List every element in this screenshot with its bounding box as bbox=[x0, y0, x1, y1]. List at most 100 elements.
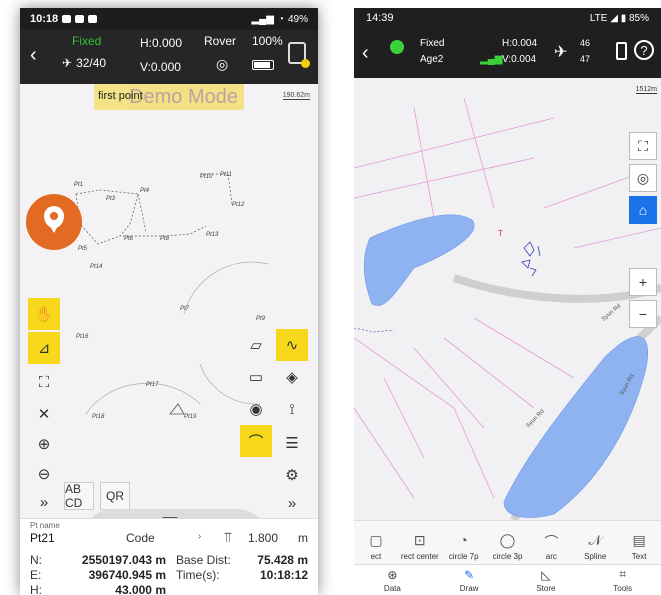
back-icon[interactable]: ‹ bbox=[362, 42, 369, 65]
location-icon[interactable]: ◎ bbox=[216, 56, 228, 73]
survey-map[interactable]: Demo Mode first point 190.62m Pt1 Pt3 Pt… bbox=[20, 84, 318, 543]
left-phone: 10:18 ▂▄▆ ◔ 49% ‹ Fixed ✈ 32/40 H:0.000 V:0… bbox=[20, 8, 318, 595]
antenna-height-field[interactable]: 1.800 bbox=[248, 531, 278, 545]
map-layer-button[interactable]: ⌂ bbox=[629, 196, 657, 224]
circle-3p-tool[interactable]: ◯ circle 3p bbox=[486, 521, 530, 564]
signal-icon: ▂▄▆ bbox=[251, 13, 274, 25]
point-label: Pt12 bbox=[232, 202, 245, 208]
status-bar: 10:18 ▂▄▆ ◔ 49% bbox=[20, 8, 318, 30]
point-name-label: Pt name bbox=[30, 521, 60, 530]
h-precision: H:0.000 bbox=[140, 36, 183, 50]
zoom-in-icon[interactable]: ⊕ bbox=[28, 428, 60, 460]
notification-icon bbox=[75, 15, 85, 23]
solution-status: Fixed bbox=[72, 34, 102, 48]
arc-tool[interactable]: ⌒ arc bbox=[529, 521, 573, 564]
circle-7p-tool[interactable]: ◔ circle 7p bbox=[442, 521, 486, 564]
point-info-panel: Pt name Pt21 Code › ⫪ 1.800 m N: 2550197… bbox=[20, 518, 318, 595]
list-icon[interactable]: ☰ bbox=[276, 427, 308, 459]
map-drawing: T bbox=[354, 97, 661, 520]
cad-map[interactable]: T 1512m ⛶ ◎ ⌂ + − Syun Rd Syun Rd Syun R… bbox=[354, 78, 661, 520]
point-label: Pt5 bbox=[78, 246, 88, 252]
satellite-icon: ✈ bbox=[62, 56, 73, 70]
status-bar: 14:39 LTE ◢ ▮ 85% bbox=[354, 8, 661, 28]
layer-icon[interactable]: ◈ bbox=[276, 361, 308, 393]
scale-bar: 1512m bbox=[635, 86, 657, 94]
nav-draw[interactable]: ✎ Draw bbox=[431, 565, 508, 595]
draw-line-icon[interactable]: ∿ bbox=[276, 329, 308, 361]
point-label: Pt1 bbox=[74, 182, 84, 188]
satellite-count[interactable]: ✈ 32/40 bbox=[62, 56, 106, 70]
v-precision: V:0.000 bbox=[140, 60, 181, 74]
clock: 14:39 bbox=[366, 12, 394, 24]
satellite-icon[interactable]: ✈ bbox=[554, 42, 567, 62]
code-field[interactable]: Code bbox=[126, 531, 155, 545]
signal-bars-icon: ▂▄▆ bbox=[480, 54, 503, 65]
expand-icon[interactable]: » bbox=[28, 486, 60, 518]
battery-status: LTE ◢ ▮ 85% bbox=[589, 12, 649, 24]
brush-icon: ✎ bbox=[464, 567, 475, 582]
screenshot-stage: 10:18 ▂▄▆ ◔ 49% ‹ Fixed ✈ 32/40 H:0.000 V:0… bbox=[0, 0, 661, 595]
arc-icon[interactable]: ⌒ bbox=[240, 425, 272, 457]
measure-icon[interactable]: ⊿ bbox=[28, 332, 60, 364]
circle-icon[interactable]: ◉ bbox=[240, 393, 272, 425]
text-tool[interactable]: ▤ Text bbox=[617, 521, 661, 564]
point-label: Pt8 bbox=[160, 236, 170, 242]
gnss-header: ‹ Fixed Age2 ▂▄▆ H:0.004 V:0.004 ✈ 46 47… bbox=[354, 28, 661, 78]
height-unit: m bbox=[298, 531, 308, 545]
rect-icon: ▢ bbox=[369, 532, 383, 548]
satellites-used: 46 bbox=[580, 38, 591, 48]
antenna-icon[interactable]: ⫪ bbox=[224, 529, 232, 546]
base-dist-value: 75.428 m bbox=[257, 553, 308, 567]
satellites-visible: 47 bbox=[580, 54, 591, 64]
help-icon[interactable]: ? bbox=[634, 40, 654, 60]
hand-icon[interactable]: ✋ bbox=[28, 298, 60, 330]
fit-extent-button[interactable]: ⛶ bbox=[629, 132, 657, 160]
rect-tool[interactable]: ▢ ect bbox=[354, 521, 398, 564]
more-icon[interactable]: » bbox=[276, 487, 308, 519]
nav-tools[interactable]: ⌗ Tools bbox=[584, 565, 661, 595]
point-label: Pt18 bbox=[92, 414, 105, 420]
nav-data[interactable]: ⊛ Data bbox=[354, 565, 431, 595]
label-toggle-button[interactable]: AB CD bbox=[64, 482, 94, 510]
easting-value: 396740.945 m bbox=[88, 568, 166, 582]
time-value: 10:18:12 bbox=[259, 568, 308, 582]
height-value: 43.000 m bbox=[115, 583, 166, 595]
point-label: Pt3 bbox=[106, 196, 116, 202]
back-icon[interactable]: ‹ bbox=[30, 44, 37, 67]
correction-age: Age2 bbox=[420, 54, 444, 65]
rectangle-center-icon[interactable]: ▭ bbox=[240, 361, 272, 393]
gnss-status-icon[interactable] bbox=[390, 40, 404, 54]
crop-icon: ⌗ bbox=[619, 567, 626, 581]
collapse-icon[interactable]: ✕ bbox=[28, 398, 60, 430]
arc-icon: ⌒ bbox=[544, 534, 559, 550]
right-toolbar: ∿ ◈ ⟟ ☰ ⚙ » bbox=[274, 329, 310, 512]
chevron-right-icon[interactable]: › bbox=[198, 531, 201, 542]
locate-button[interactable]: ◎ bbox=[629, 164, 657, 192]
survey-icon[interactable]: ⟟ bbox=[276, 393, 308, 425]
qr-code-button[interactable]: QR bbox=[100, 482, 130, 510]
rect-center-icon: ⊡ bbox=[413, 532, 426, 548]
rect-center-tool[interactable]: ⊡ rect center bbox=[398, 521, 442, 564]
scale-bar: 190.62m bbox=[282, 92, 310, 100]
point-label: Pt13 bbox=[206, 232, 219, 238]
locate-button[interactable] bbox=[26, 194, 82, 250]
point-label: Pt6 bbox=[124, 236, 134, 242]
notification-icon bbox=[62, 15, 72, 23]
northing-value: 2550197.043 m bbox=[81, 553, 166, 567]
circle-icon: ◔ bbox=[459, 532, 468, 548]
point-name-field[interactable]: Pt21 bbox=[30, 531, 55, 545]
northing-row: N: 2550197.043 m bbox=[30, 553, 166, 567]
wifi-icon: ◔ bbox=[277, 13, 284, 25]
zoom-out-button[interactable]: − bbox=[629, 300, 657, 328]
rectangle-icon[interactable]: ▱ bbox=[240, 329, 272, 361]
right-phone: 14:39 LTE ◢ ▮ 85% ‹ Fixed Age2 ▂▄▆ H:0.0… bbox=[354, 8, 661, 595]
device-icon[interactable] bbox=[288, 42, 310, 68]
point-label: Pt9 bbox=[256, 316, 266, 322]
h-precision: H:0.004 bbox=[502, 38, 538, 49]
triangle-icon: ◺ bbox=[541, 567, 551, 582]
spline-tool[interactable]: 𝒩 Spline bbox=[573, 521, 617, 564]
fit-icon[interactable]: ⛶ bbox=[28, 366, 60, 398]
nav-store[interactable]: ◺ Store bbox=[508, 565, 585, 595]
zoom-in-button[interactable]: + bbox=[629, 268, 657, 296]
time-row: Time(s): 10:18:12 bbox=[176, 568, 308, 582]
